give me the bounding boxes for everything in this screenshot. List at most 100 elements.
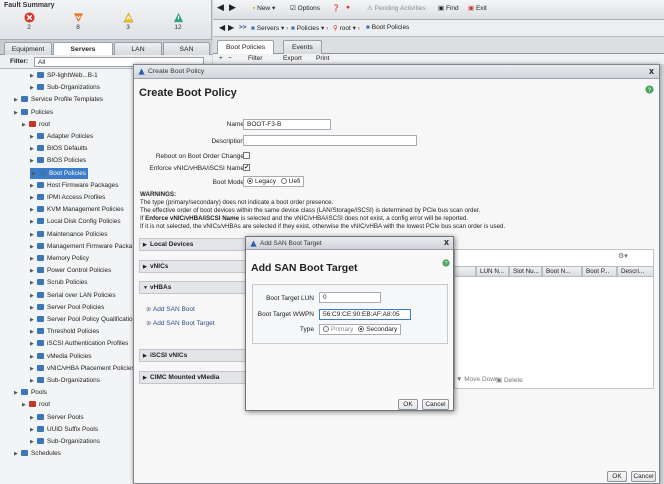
add-san-boot-target-link[interactable]: ⊕ Add SAN Boot Target: [146, 319, 215, 327]
warning-fault-indicator[interactable]: 12: [168, 12, 188, 31]
export-button[interactable]: Export: [283, 55, 302, 62]
tab-boot-policies[interactable]: Boot Policies: [217, 40, 275, 54]
tree-item[interactable]: ▶ Threshold Policies: [30, 326, 99, 337]
tab-events[interactable]: Events: [283, 40, 322, 54]
forward-icon[interactable]: ▶: [228, 23, 234, 32]
expand-arrow-icon[interactable]: ▶: [30, 156, 37, 167]
tree-item[interactable]: ▶ Sub-Organizations: [30, 82, 100, 93]
expand-arrow-icon[interactable]: ▶: [30, 425, 37, 436]
boot-mode-uefi-radio[interactable]: Uefi: [280, 178, 300, 185]
pending-activities-button[interactable]: ⚠ Pending Activities: [367, 4, 426, 12]
ok-button[interactable]: OK: [398, 399, 418, 410]
expand-arrow-icon[interactable]: ▶: [30, 364, 37, 375]
tree-item[interactable]: ▶ Power Control Policies: [30, 265, 111, 276]
tree-item[interactable]: ▶ Server Pools: [30, 412, 84, 423]
expand-arrow-icon[interactable]: ▶: [30, 181, 37, 192]
print-button[interactable]: Print: [316, 55, 329, 62]
tree-item[interactable]: ▶ Maintenance Policies: [30, 229, 107, 240]
tree-item[interactable]: ▶ Policies: [14, 107, 53, 118]
expand-arrow-icon[interactable]: ▶: [30, 413, 37, 424]
breadcrumb-servers[interactable]: ■ Servers ▾ ›: [251, 24, 288, 32]
type-primary-radio[interactable]: Primary: [323, 326, 353, 333]
boot-mode-legacy-radio[interactable]: Legacy: [247, 178, 276, 185]
expand-arrow-icon[interactable]: ▶: [14, 388, 21, 399]
expand-arrow-icon[interactable]: ▶: [30, 71, 37, 82]
delete-button[interactable]: ▣ Delete: [496, 376, 523, 384]
add-icon[interactable]: +: [219, 55, 223, 62]
section-cimc-vmedia[interactable]: ▶ CIMC Mounted vMedia: [139, 371, 259, 384]
tree-item[interactable]: ▶ Service Profile Templates: [14, 94, 103, 105]
grid-header-boot-name[interactable]: Boot N...: [542, 266, 582, 277]
tab-equipment[interactable]: Equipment: [4, 42, 52, 55]
expand-arrow-icon[interactable]: ▶: [14, 449, 21, 460]
expand-arrow-icon[interactable]: ▶: [30, 193, 37, 204]
tree-item[interactable]: ▶ root: [22, 399, 50, 410]
boot-target-lun-input[interactable]: 0: [319, 292, 381, 303]
expand-arrow-icon[interactable]: ▶: [30, 327, 37, 338]
section-vhbas[interactable]: ▼ vHBAs: [139, 281, 259, 294]
tree-item[interactable]: ▶ Host Firmware Packages: [30, 180, 118, 191]
new-menu[interactable]: ▪ New ▾: [253, 4, 275, 12]
close-icon[interactable]: x: [444, 237, 449, 247]
type-secondary-radio[interactable]: Secondary: [358, 326, 397, 333]
grid-header-description[interactable]: Descri...: [617, 266, 654, 277]
help-icon[interactable]: ❓: [332, 4, 340, 12]
enforce-checkbox[interactable]: ✔: [243, 164, 250, 171]
tree-item[interactable]: ▶ Serial over LAN Policies: [30, 290, 116, 301]
expand-arrow-icon[interactable]: ▶: [30, 132, 37, 143]
expand-arrow-icon[interactable]: ▶: [30, 205, 37, 216]
expand-arrow-icon[interactable]: ▶: [30, 242, 37, 253]
back-icon[interactable]: ◀: [217, 2, 224, 13]
name-input[interactable]: BOOT-F3-B: [243, 119, 331, 130]
section-iscsi-vnics[interactable]: ▶ iSCSI vNICs: [139, 349, 259, 362]
tree-item[interactable]: ▶ Adapter Policies: [30, 131, 93, 142]
section-vnics[interactable]: ▶ vNICs: [139, 260, 259, 273]
find-button[interactable]: ▣ Find: [438, 4, 459, 12]
close-icon[interactable]: x: [649, 66, 654, 76]
expand-arrow-icon[interactable]: ▶: [30, 352, 37, 363]
expand-arrow-icon[interactable]: ▶: [32, 169, 39, 180]
tree-item[interactable]: ▶ Sub-Organizations: [30, 375, 100, 386]
breadcrumb-root[interactable]: ⚲ root ▾ ›: [333, 24, 360, 32]
boot-target-wwpn-input[interactable]: 56:C9:CE:90:EB:AF:A8:05: [319, 309, 411, 320]
expand-arrow-icon[interactable]: ▶: [22, 120, 29, 131]
expand-arrow-icon[interactable]: ▶: [30, 315, 37, 326]
help-icon[interactable]: ?: [645, 85, 654, 94]
tree-item[interactable]: ▶ IPMI Access Profiles: [30, 192, 105, 203]
tree-item[interactable]: ▶ BIOS Policies: [30, 155, 86, 166]
tree-item[interactable]: ▶ Local Disk Config Policies: [30, 216, 121, 227]
expand-arrow-icon[interactable]: ▶: [30, 230, 37, 241]
tree-item[interactable]: ▶ Boot Policies: [30, 167, 88, 180]
expand-arrow-icon[interactable]: ▶: [30, 266, 37, 277]
exit-button[interactable]: ▣ Exit: [468, 4, 487, 12]
tree-item[interactable]: ▶ Scrub Policies: [30, 277, 88, 288]
grid-settings-icon[interactable]: ⚙▾: [618, 252, 628, 260]
tree-item[interactable]: ▶ iSCSI Authentication Profiles: [30, 338, 128, 349]
tree-item[interactable]: ▶ SP-lightWeb...B-1: [30, 70, 98, 81]
section-local-devices[interactable]: ▶ Local Devices: [139, 238, 259, 251]
breadcrumb-current[interactable]: ■ Boot Policies: [366, 24, 409, 31]
move-down-button[interactable]: ▼ Move Down: [456, 376, 499, 383]
tree-item[interactable]: ▶ Pools: [14, 387, 47, 398]
expand-arrow-icon[interactable]: ▶: [30, 254, 37, 265]
expand-arrow-icon[interactable]: ▶: [30, 278, 37, 289]
expand-arrow-icon[interactable]: ▶: [30, 83, 37, 94]
expand-arrow-icon[interactable]: ▶: [30, 291, 37, 302]
tree-item[interactable]: ▶ vNIC/vHBA Placement Policies: [30, 363, 135, 374]
tree-item[interactable]: ▶ Server Pool Policy Qualificatio: [30, 314, 133, 325]
tab-servers[interactable]: Servers: [53, 42, 113, 55]
tree-item[interactable]: ▶ KVM Management Policies: [30, 204, 124, 215]
ok-button[interactable]: OK: [607, 471, 627, 482]
grid-header-boot-path[interactable]: Boot P...: [582, 266, 617, 277]
critical-fault-indicator[interactable]: 2: [19, 12, 39, 31]
breadcrumb-policies[interactable]: ■ Policies ▾ ›: [291, 24, 328, 32]
tab-lan[interactable]: LAN: [114, 42, 162, 55]
stop-icon[interactable]: ●: [346, 4, 350, 11]
tree-item[interactable]: ▶ Memory Policy: [30, 253, 89, 264]
tree-item[interactable]: ▶ Management Firmware Packa: [30, 241, 132, 252]
cancel-button[interactable]: Cancel: [631, 471, 656, 482]
tree-item[interactable]: ▶ BIOS Defaults: [30, 143, 88, 154]
expand-arrow-icon[interactable]: ▶: [30, 303, 37, 314]
grid-header-slot[interactable]: Slot Nu...: [509, 266, 542, 277]
options-button[interactable]: ☑ Options: [290, 4, 320, 12]
